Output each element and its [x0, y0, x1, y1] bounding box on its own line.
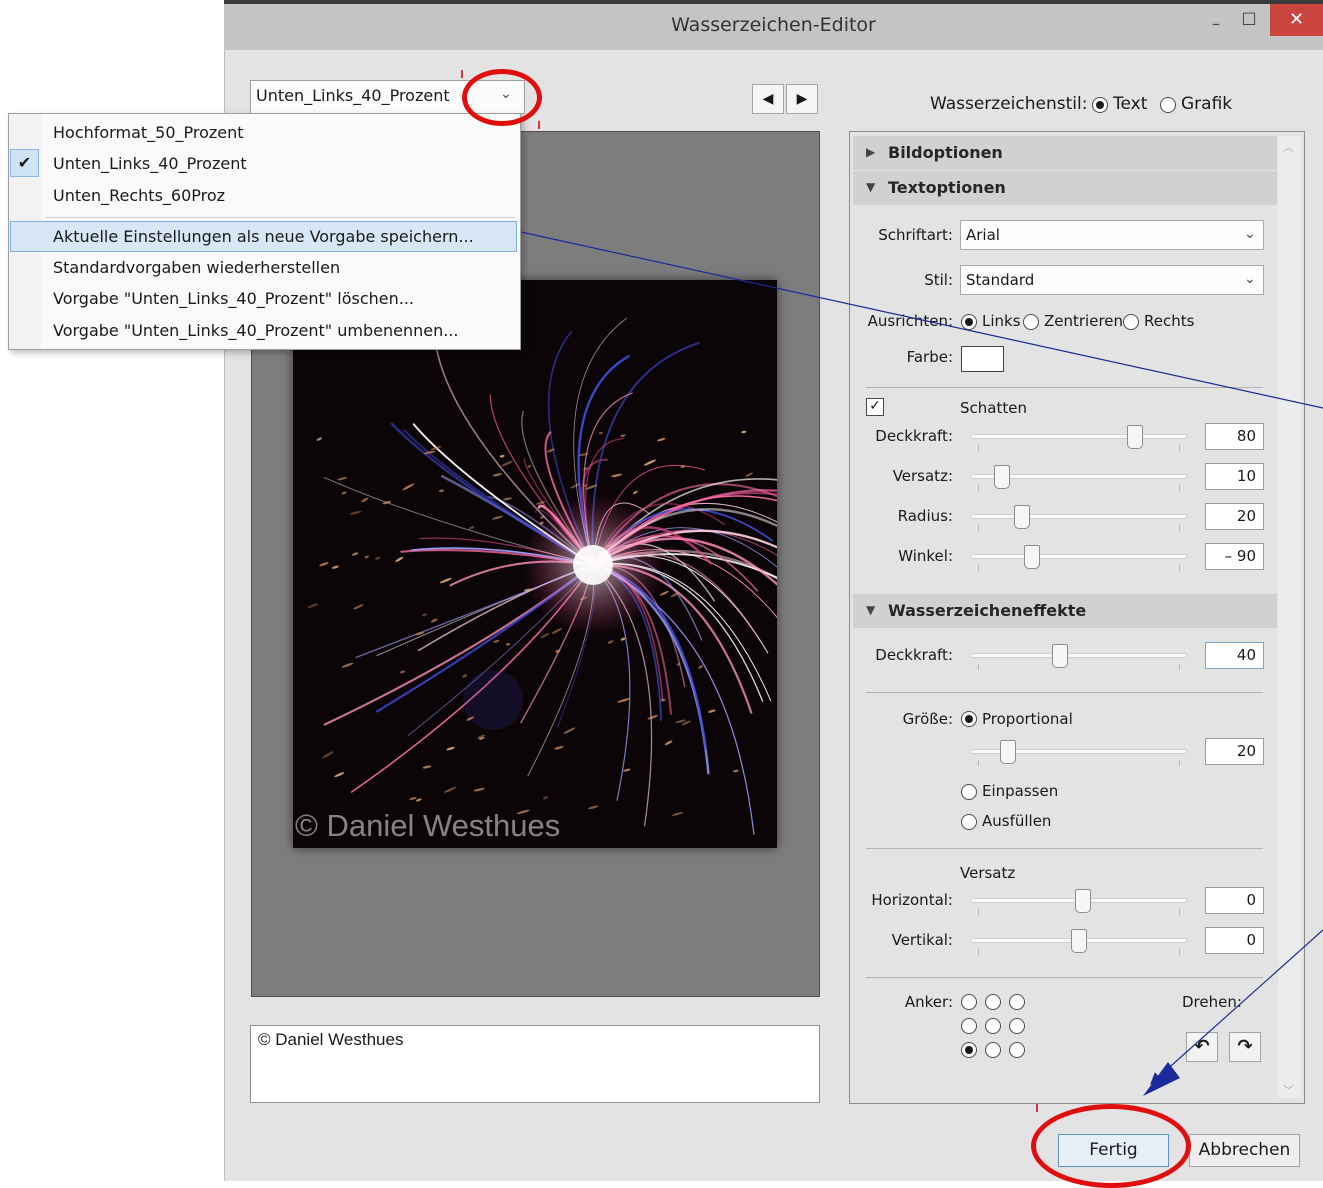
anchor-radio[interactable]	[985, 1042, 1001, 1058]
slider-tick	[978, 949, 979, 955]
anchor-radio[interactable]	[1009, 1042, 1025, 1058]
anchor-radio[interactable]	[961, 1018, 977, 1034]
slider-tick	[978, 565, 979, 571]
anchor-radio[interactable]	[1009, 1018, 1025, 1034]
anchor-radio[interactable]	[985, 1018, 1001, 1034]
slider-tick	[978, 909, 979, 915]
anchor-radio[interactable]	[961, 994, 977, 1010]
annotation-arrow	[520, 231, 1323, 1096]
slider-tick	[1179, 525, 1180, 531]
anchor-radio[interactable]	[961, 1042, 977, 1058]
slider-tick	[1179, 909, 1180, 915]
slider-tick	[1179, 485, 1180, 491]
slider-tick	[978, 664, 979, 670]
slider-tick	[978, 760, 979, 766]
slider-tick	[1179, 664, 1180, 670]
slider-tick	[978, 485, 979, 491]
slider-tick	[978, 445, 979, 451]
slider-tick	[1179, 760, 1180, 766]
slider-tick	[1179, 445, 1180, 451]
slider-tick	[1179, 949, 1180, 955]
slider-tick	[1179, 565, 1180, 571]
slider-tick	[978, 525, 979, 531]
anchor-radio[interactable]	[985, 994, 1001, 1010]
anchor-radio[interactable]	[1009, 994, 1025, 1010]
